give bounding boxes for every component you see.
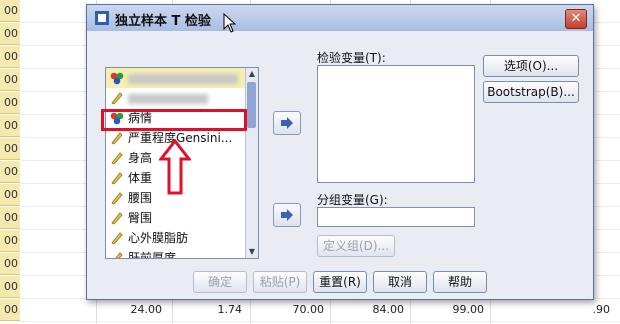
row-number[interactable]: 00	[0, 0, 20, 22]
red-up-arrow-annotation-icon	[159, 139, 191, 195]
highlight-annotation-box	[101, 109, 247, 131]
cell[interactable]: .90	[540, 300, 611, 320]
variable-list-item[interactable]	[106, 88, 258, 108]
variable-label: 臀围	[128, 211, 153, 225]
variable-label: 身高	[128, 151, 153, 165]
row-number[interactable]: 00	[0, 92, 20, 114]
paste-button[interactable]: 粘贴(P)	[253, 271, 307, 293]
grouping-variable-field[interactable]	[317, 207, 475, 227]
row-number[interactable]: 00	[0, 253, 20, 275]
mouse-cursor-icon	[223, 13, 237, 33]
close-button[interactable]: ✕	[565, 9, 587, 29]
move-to-test-variables-button[interactable]	[273, 111, 301, 135]
cell[interactable]: 84.00	[334, 300, 405, 320]
row-number[interactable]: 00	[0, 161, 20, 183]
right-arrow-icon	[281, 117, 293, 129]
row-number[interactable]: 00	[0, 46, 20, 68]
scale-icon	[111, 132, 123, 145]
scale-icon	[111, 152, 123, 165]
variable-label: 心外膜脂肪	[128, 231, 189, 245]
bootstrap-button[interactable]: Bootstrap(B)...	[483, 81, 579, 103]
source-list-scrollbar[interactable]: ▲ ▼	[245, 68, 258, 258]
scale-icon	[115, 252, 123, 258]
row-number[interactable]: 00	[0, 207, 20, 229]
variable-list-item[interactable]: 臀围	[106, 208, 258, 228]
variable-label: 体重	[128, 171, 153, 185]
scale-icon	[111, 172, 123, 185]
move-to-grouping-variable-button[interactable]	[273, 203, 301, 227]
cell[interactable]: 99.00	[414, 300, 485, 320]
ok-button[interactable]: 确定	[193, 271, 247, 293]
scale-icon	[111, 212, 123, 225]
reset-button[interactable]: 重置(R)	[313, 271, 367, 293]
cell[interactable]: 24.00	[100, 300, 163, 320]
variable-label: 肝前厚度	[128, 251, 177, 259]
title-bar[interactable]: 独立样本 T 检验 ✕	[87, 5, 593, 31]
row-number[interactable]: 00	[0, 230, 20, 252]
test-variables-list[interactable]	[317, 65, 475, 183]
row-number[interactable]: 00	[0, 276, 20, 298]
row-number[interactable]: 00	[0, 69, 20, 91]
test-variables-label: 检验变量(T):	[317, 51, 386, 65]
variable-label: 腰围	[128, 191, 153, 205]
cell[interactable]: 70.00	[254, 300, 325, 320]
row-number[interactable]: 00	[0, 115, 20, 137]
blurred-variable-name	[128, 73, 238, 84]
scale-icon	[111, 232, 123, 245]
scroll-down-icon[interactable]: ▼	[247, 247, 257, 257]
dialog-app-icon	[95, 11, 109, 25]
cancel-button[interactable]: 取消	[373, 271, 427, 293]
row-number[interactable]: 00	[0, 184, 20, 206]
scale-icon	[111, 192, 123, 205]
row-number[interactable]: 00	[0, 299, 20, 321]
variable-list-item[interactable]: 心外膜脂肪	[106, 228, 258, 248]
scroll-up-icon[interactable]: ▲	[247, 69, 257, 79]
independent-samples-t-test-dialog: 独立样本 T 检验 ✕ 病情 严重程度Gensini... 身高 体重 腰围 臀围 心外膜脂…	[86, 4, 594, 300]
options-button[interactable]: 选项(O)...	[483, 55, 579, 77]
row-divider	[20, 321, 620, 322]
right-arrow-icon	[281, 209, 293, 221]
scale-icon	[111, 92, 123, 105]
row-number[interactable]: 00	[0, 23, 20, 45]
cell[interactable]: 1.74	[176, 300, 243, 320]
grouping-variable-label: 分组变量(G):	[317, 193, 388, 207]
dialog-title: 独立样本 T 检验	[115, 14, 211, 29]
variable-list-item[interactable]: 肝前厚度	[106, 248, 258, 259]
scroll-thumb[interactable]	[247, 82, 256, 128]
variable-list-item[interactable]	[106, 68, 258, 88]
row-number[interactable]: 00	[0, 138, 20, 160]
help-button[interactable]: 帮助	[433, 271, 487, 293]
blurred-variable-name	[128, 93, 208, 104]
nominal-icon	[110, 72, 124, 85]
define-groups-button[interactable]: 定义组(D)...	[317, 235, 395, 257]
